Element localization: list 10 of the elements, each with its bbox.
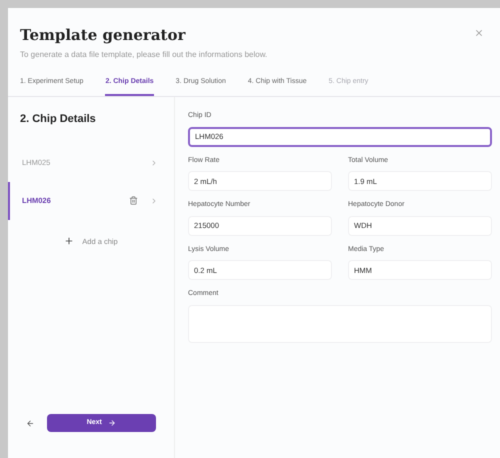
chevron-right-icon [150,196,158,204]
section-heading: 2. Chip Details [19,112,97,127]
dialog-title: Template generator [20,25,186,46]
trash-icon[interactable] [129,196,138,205]
close-icon[interactable] [474,28,484,38]
dialog-subtitle: To generate a data file template, please fill out the informations below. [20,48,268,60]
arrow-right-icon [108,419,116,427]
chevron-right-icon [150,158,158,166]
back-arrow-icon[interactable] [26,418,35,428]
plus-icon [64,236,74,246]
